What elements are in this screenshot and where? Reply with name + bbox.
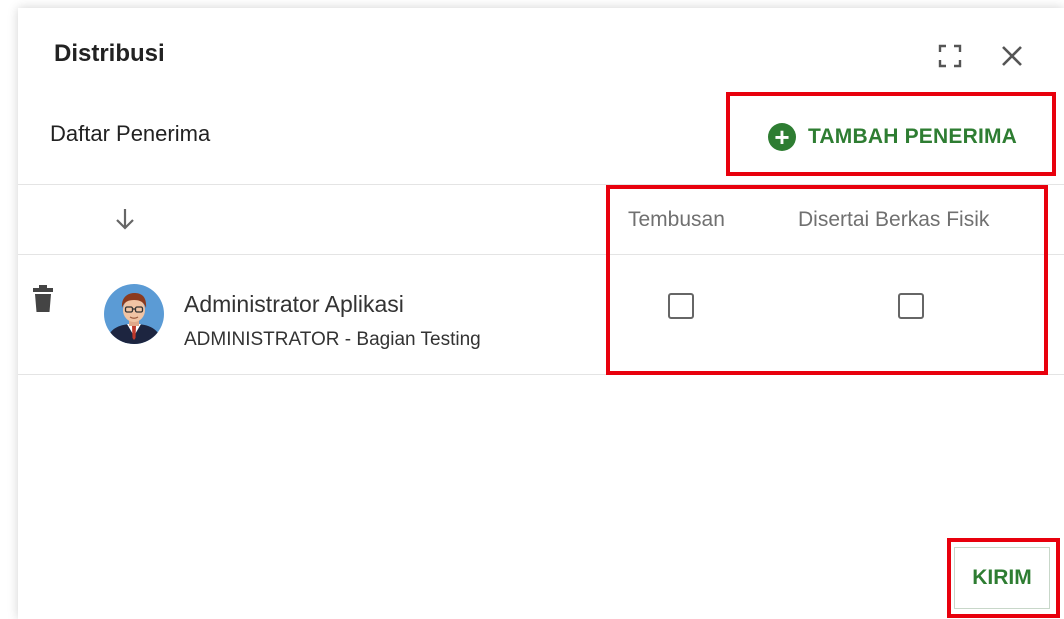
add-recipient-button[interactable]: + TAMBAH PENERIMA — [736, 99, 1049, 175]
column-header-tembusan: Tembusan — [628, 208, 725, 231]
add-recipient-label: TAMBAH PENERIMA — [807, 125, 1018, 148]
plus-circle-icon: + — [767, 123, 796, 151]
trash-icon[interactable] — [32, 284, 54, 314]
recipient-name: Administrator Aplikasi — [184, 291, 404, 317]
recipient-position: ADMINISTRATOR - Bagian Testing — [184, 329, 481, 350]
berkas-fisik-checkbox[interactable] — [898, 293, 924, 319]
header-divider — [18, 184, 1064, 185]
send-button[interactable]: KIRIM — [954, 547, 1050, 609]
close-icon[interactable] — [996, 40, 1028, 72]
fullscreen-icon[interactable] — [936, 42, 964, 70]
dialog-title: Distribusi — [54, 40, 165, 67]
table-header-divider — [18, 254, 1064, 255]
column-header-berkas-fisik: Disertai Berkas Fisik — [798, 208, 990, 231]
distribution-dialog: Distribusi Daftar Penerima + TAMBAH PENE… — [18, 8, 1064, 619]
avatar — [104, 284, 164, 344]
tembusan-checkbox[interactable] — [668, 293, 694, 319]
arrow-down-icon[interactable] — [114, 206, 136, 232]
row-divider — [18, 374, 1064, 375]
recipients-section-label: Daftar Penerima — [50, 121, 211, 146]
